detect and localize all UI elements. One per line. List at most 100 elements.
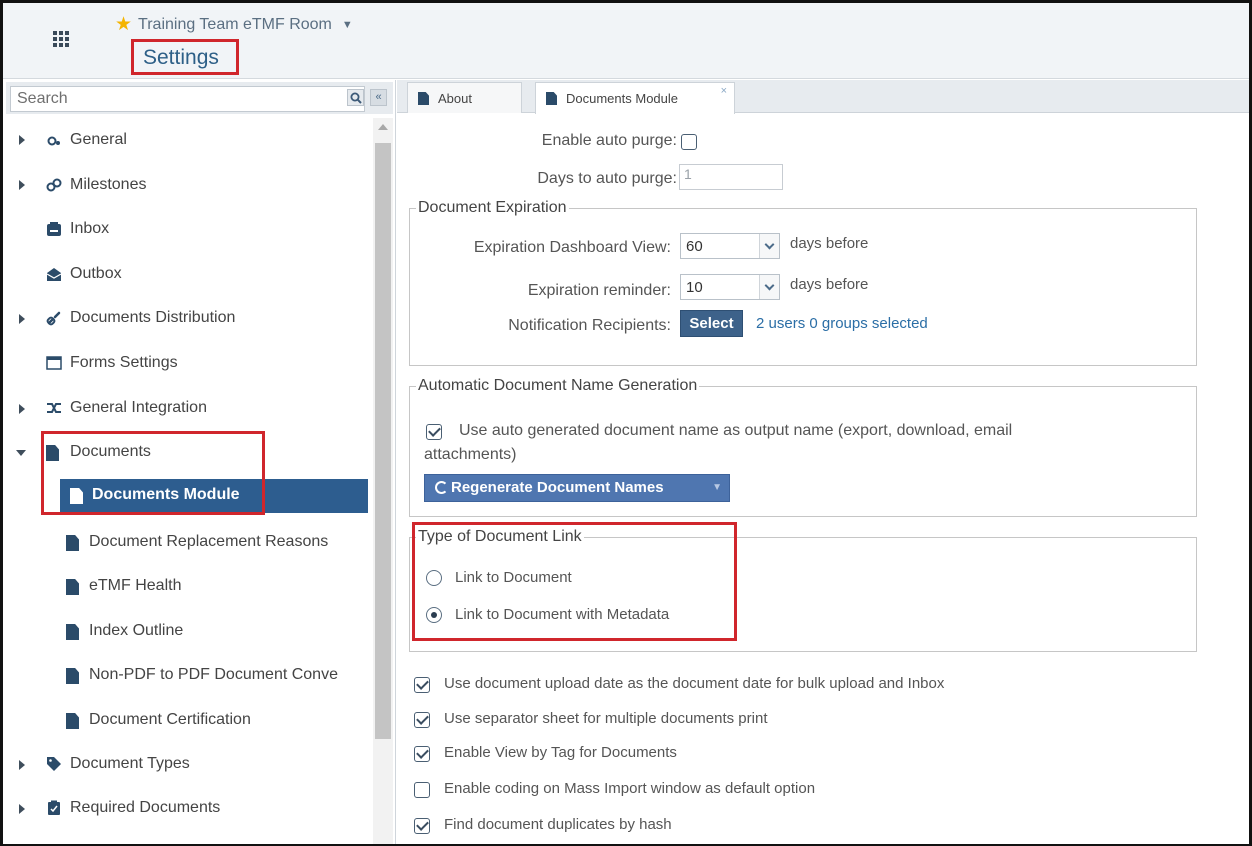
option-label-separator-sheet: Use separator sheet for multiple documen… xyxy=(444,710,768,727)
sidebar-scrollbar[interactable] xyxy=(373,118,393,844)
auto-purge-label: Enable auto purge: xyxy=(541,132,677,149)
dropdown-chevron-icon[interactable] xyxy=(759,275,779,299)
search-button[interactable] xyxy=(347,89,364,106)
dropdown-chevron-icon[interactable] xyxy=(759,234,779,258)
refresh-icon xyxy=(435,481,448,494)
tree-item-general[interactable]: General xyxy=(6,120,368,160)
regenerate-names-button[interactable]: Regenerate Document Names ▼ xyxy=(424,474,730,502)
tree-item-documents-module[interactable]: Documents Module xyxy=(60,479,368,513)
notification-recipients-label: Notification Recipients: xyxy=(508,317,671,334)
auto-name-label-cont: attachments) xyxy=(424,446,517,463)
option-checkbox-mass-import-coding[interactable] xyxy=(414,782,430,798)
option-checkbox-upload-date[interactable] xyxy=(414,677,430,693)
radio-link-to-document[interactable] xyxy=(426,570,442,586)
tree-item-index-outline[interactable]: Index Outline xyxy=(6,612,368,652)
option-label-duplicates-by-hash: Find document duplicates by hash xyxy=(444,816,672,833)
document-icon xyxy=(66,668,79,684)
select-recipients-button[interactable]: Select xyxy=(680,310,743,337)
option-label-mass-import-coding: Enable coding on Mass Import window as d… xyxy=(444,780,816,797)
caret-down-icon: ▼ xyxy=(341,19,353,31)
tab-documents-module[interactable]: Documents Module × xyxy=(535,82,735,114)
tree-item-non-pdf-to-pdf[interactable]: Non-PDF to PDF Document Conve xyxy=(6,656,368,696)
scrollbar-thumb[interactable] xyxy=(375,143,391,739)
page-title: Settings xyxy=(131,39,239,75)
tree-item-milestones[interactable]: Milestones xyxy=(6,165,368,205)
tree-item-documents-distribution[interactable]: Documents Distribution xyxy=(6,299,368,339)
tree-item-general-integration[interactable]: General Integration xyxy=(6,389,368,429)
close-tab-icon[interactable]: × xyxy=(721,85,727,97)
auto-purge-checkbox[interactable] xyxy=(681,134,697,150)
outbox-icon xyxy=(46,268,62,281)
document-icon xyxy=(66,535,79,551)
tree-item-documents[interactable]: Documents xyxy=(6,433,368,473)
app-grid-icon[interactable] xyxy=(53,31,69,47)
tree-item-document-types[interactable]: Document Types xyxy=(6,745,368,785)
expiration-reminder-label: Expiration reminder: xyxy=(527,282,671,299)
settings-sidebar: « General Milestones xyxy=(3,80,396,844)
milestones-icon xyxy=(46,178,62,192)
document-icon xyxy=(66,579,79,595)
main-panel: About Documents Module × Enable auto pur… xyxy=(397,80,1249,844)
tree-item-required-documents[interactable]: Required Documents xyxy=(6,789,368,829)
document-icon xyxy=(70,488,83,504)
reminder-unit: days before xyxy=(790,276,869,293)
tab-about[interactable]: About xyxy=(407,82,522,113)
expand-arrow-icon[interactable] xyxy=(19,404,25,414)
room-name: Training Team eTMF Room xyxy=(138,16,332,33)
link-type-legend: Type of Document Link xyxy=(418,528,582,545)
scroll-up-arrow-icon[interactable] xyxy=(378,124,388,130)
option-checkbox-view-by-tag[interactable] xyxy=(414,746,430,762)
tree-item-forms-settings[interactable]: Forms Settings xyxy=(6,344,368,384)
expand-arrow-icon[interactable] xyxy=(19,804,25,814)
form-icon xyxy=(46,356,62,370)
tree-item-document-certification[interactable]: Document Certification xyxy=(6,701,368,741)
option-checkbox-separator-sheet[interactable] xyxy=(414,712,430,728)
star-icon: ★ xyxy=(115,14,133,35)
tab-bar: About Documents Module × xyxy=(397,80,1249,114)
days-purge-input[interactable]: 1 xyxy=(679,164,783,190)
link-icon xyxy=(46,311,61,326)
search-input[interactable] xyxy=(10,86,365,112)
expiration-dashboard-select[interactable]: 60 xyxy=(680,233,780,259)
search-icon xyxy=(350,92,362,104)
expand-arrow-icon[interactable] xyxy=(19,314,25,324)
document-expiration-legend: Document Expiration xyxy=(418,199,567,216)
document-icon xyxy=(66,713,79,729)
tree-item-outbox[interactable]: Outbox xyxy=(6,255,368,295)
collapse-arrow-icon[interactable] xyxy=(16,450,26,456)
gears-icon xyxy=(47,136,60,146)
document-icon xyxy=(546,92,557,105)
expiration-reminder-select[interactable]: 10 xyxy=(680,274,780,300)
expand-arrow-icon[interactable] xyxy=(19,180,25,190)
document-icon xyxy=(418,92,429,105)
link-type-group: Type of Document Link xyxy=(409,528,1197,652)
recipients-summary-link[interactable]: 2 users 0 groups selected xyxy=(756,315,928,332)
collapse-sidebar-icon[interactable]: « xyxy=(370,89,387,106)
tag-icon xyxy=(47,757,61,771)
days-purge-label: Days to auto purge: xyxy=(537,170,677,187)
document-icon xyxy=(66,624,79,640)
inbox-icon xyxy=(47,222,61,236)
sidebar-search-bar: « xyxy=(6,82,393,114)
option-checkbox-duplicates-by-hash[interactable] xyxy=(414,818,430,834)
expand-arrow-icon[interactable] xyxy=(19,135,25,145)
tree-item-document-replacement-reasons[interactable]: Document Replacement Reasons xyxy=(6,523,368,563)
radio-link-with-metadata[interactable] xyxy=(426,607,442,623)
document-icon xyxy=(46,445,59,461)
tree-item-etmf-health[interactable]: eTMF Health xyxy=(6,567,368,607)
option-label-view-by-tag: Enable View by Tag for Documents xyxy=(444,744,677,761)
dropdown-arrow-icon[interactable]: ▼ xyxy=(712,475,722,501)
auto-name-checkbox[interactable] xyxy=(426,424,442,440)
tree-item-inbox[interactable]: Inbox xyxy=(6,210,368,250)
radio-label-link-with-metadata: Link to Document with Metadata xyxy=(455,606,670,623)
integration-icon xyxy=(47,403,61,413)
settings-tree: General Milestones Inbox Outbox Document… xyxy=(6,118,368,844)
app-header: ★ Training Team eTMF Room ▼ Settings xyxy=(3,3,1249,79)
expand-arrow-icon[interactable] xyxy=(19,760,25,770)
name-generation-legend: Automatic Document Name Generation xyxy=(418,377,698,394)
room-selector[interactable]: ★ Training Team eTMF Room ▼ xyxy=(115,14,353,35)
radio-label-link-to-document: Link to Document xyxy=(455,569,572,586)
expiration-dashboard-label: Expiration Dashboard View: xyxy=(473,239,671,256)
dashboard-unit: days before xyxy=(790,235,869,252)
clipboard-icon xyxy=(48,800,60,815)
